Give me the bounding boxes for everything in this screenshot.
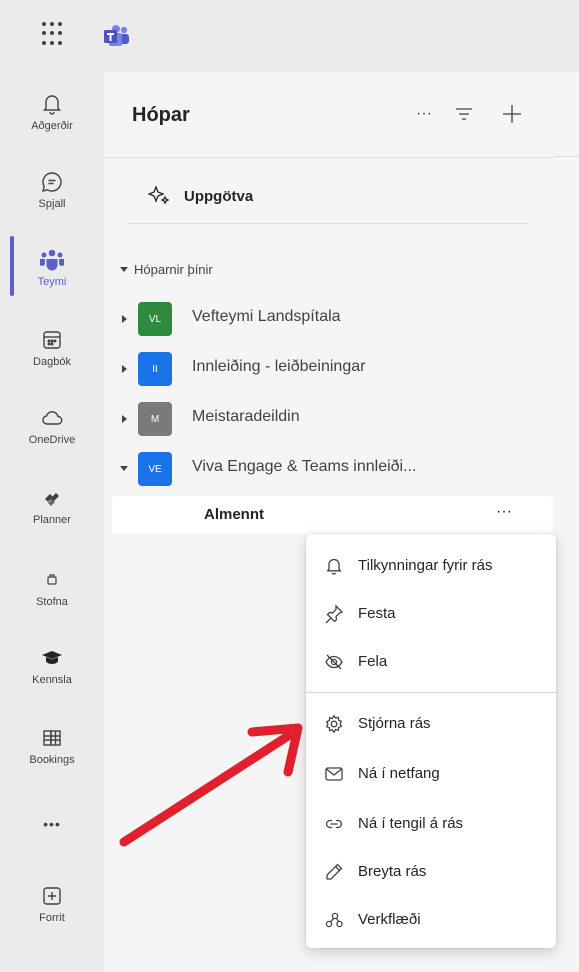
top-bar: [0, 0, 579, 72]
page-title: Hópar: [132, 104, 190, 126]
chevron-down-icon: [120, 267, 128, 272]
your-teams-section[interactable]: Hóparnir þínir: [120, 262, 213, 277]
rail-label: Dagbók: [33, 356, 71, 368]
menu-item-manage-channel[interactable]: Stjórna rás: [306, 700, 556, 748]
eye-off-icon: [325, 654, 343, 670]
chat-icon: [42, 172, 62, 192]
divider: [554, 156, 579, 157]
cloud-icon: [42, 411, 63, 425]
app-launcher-icon[interactable]: [42, 22, 66, 46]
team-name: Meistaradeildin: [192, 408, 300, 425]
teams-icon: [40, 249, 64, 271]
menu-item-edit-channel[interactable]: Breyta rás: [306, 848, 556, 896]
gear-icon: [325, 714, 343, 734]
menu-label: Stjórna rás: [358, 715, 431, 732]
menu-label: Festa: [358, 605, 396, 622]
rail-item-bookings[interactable]: Bookings: [0, 714, 104, 786]
channel-context-menu: Tilkynningar fyrir rás Festa Fela Stjórn…: [306, 534, 556, 948]
team-row[interactable]: VL Vefteymi Landspítala: [104, 294, 554, 344]
menu-item-notifications[interactable]: Tilkynningar fyrir rás: [306, 542, 556, 590]
team-row[interactable]: II Innleiðing - leiðbeiningar: [104, 344, 554, 394]
team-avatar: II: [138, 352, 172, 386]
team-name: Innleiðing - leiðbeiningar: [192, 358, 366, 375]
team-avatar: VL: [138, 302, 172, 336]
rail-label: Bookings: [29, 754, 75, 766]
channel-name: Almennt: [204, 506, 264, 523]
rail-item-chat[interactable]: Spjall: [0, 158, 104, 230]
menu-label: Ná í netfang: [358, 765, 440, 782]
discover-button[interactable]: Uppgötva: [128, 168, 528, 224]
more-icon: ···: [416, 105, 432, 122]
team-row[interactable]: M Meistaradeildin: [104, 394, 554, 444]
rail-item-activity[interactable]: Aðgerðir: [0, 80, 104, 152]
annotation-arrow-icon: [119, 723, 303, 847]
rail-item-create[interactable]: Stofna: [0, 556, 104, 628]
apps-add-icon: [43, 887, 61, 905]
calendar-icon: [43, 331, 61, 349]
rail-label: Kennsla: [32, 674, 72, 686]
team-avatar: VE: [138, 452, 172, 486]
team-name: Vefteymi Landspítala: [192, 308, 341, 325]
team-name: Viva Engage & Teams innleiði...: [192, 458, 417, 475]
menu-item-get-email[interactable]: Ná í netfang: [306, 750, 556, 798]
create-icon: [47, 574, 57, 585]
menu-label: Tilkynningar fyrir rás: [358, 557, 493, 574]
workflow-icon: [325, 912, 343, 928]
menu-item-workflows[interactable]: Verkflæði: [306, 896, 556, 944]
menu-label: Ná í tengil á rás: [358, 815, 464, 832]
bell-icon: [326, 558, 342, 575]
team-row[interactable]: VE Viva Engage & Teams innleiði...: [104, 444, 554, 494]
filter-button[interactable]: [450, 100, 478, 128]
pin-icon: [325, 604, 344, 624]
mail-icon: [325, 767, 343, 781]
rail-label: Teymi: [37, 276, 67, 288]
pencil-icon: [326, 863, 343, 880]
link-icon: [325, 819, 343, 829]
rail-item-teams[interactable]: Teymi: [0, 236, 104, 308]
section-label: Hóparnir þínir: [134, 262, 213, 277]
menu-label: Breyta rás: [358, 863, 427, 880]
rail-label: Spjall: [38, 198, 66, 210]
more-options-button[interactable]: ···: [410, 100, 438, 128]
rail-item-education[interactable]: Kennsla: [0, 634, 104, 706]
sparkle-icon: [148, 185, 170, 205]
channel-row[interactable]: Almennt ···: [112, 496, 553, 534]
rail-label: Aðgerðir: [31, 120, 73, 132]
more-icon: •••: [43, 816, 61, 832]
graduation-cap-icon: [42, 651, 62, 664]
channel-more-button[interactable]: ···: [490, 502, 518, 526]
rail-item-onedrive[interactable]: OneDrive: [0, 394, 104, 466]
team-avatar: M: [138, 402, 172, 436]
rail-item-apps[interactable]: Forrit: [0, 872, 104, 944]
discover-label: Uppgötva: [184, 188, 254, 205]
menu-item-hide[interactable]: Fela: [306, 638, 556, 686]
rail-label: Planner: [33, 514, 71, 526]
menu-label: Verkflæði: [358, 911, 421, 928]
plus-icon: [503, 105, 521, 123]
menu-item-pin[interactable]: Festa: [306, 590, 556, 638]
chevron-right-icon: [122, 315, 127, 323]
app-rail: Aðgerðir Spjall Teymi Dagbók OneDrive Pl…: [0, 72, 104, 972]
filter-icon: [456, 108, 472, 120]
menu-item-get-link[interactable]: Ná í tengil á rás: [306, 800, 556, 848]
rail-label: OneDrive: [28, 434, 76, 446]
chevron-right-icon: [122, 365, 127, 373]
chevron-down-icon: [120, 466, 128, 471]
menu-divider: [306, 692, 556, 693]
rail-item-planner[interactable]: Planner: [0, 474, 104, 546]
rail-label: Forrit: [39, 912, 65, 924]
planner-icon: [45, 493, 59, 506]
teams-logo-icon: [104, 25, 129, 46]
add-team-button[interactable]: [498, 100, 526, 128]
bookings-icon: [43, 730, 61, 746]
chevron-right-icon: [122, 415, 127, 423]
rail-item-more[interactable]: •••: [0, 804, 104, 876]
rail-item-calendar[interactable]: Dagbók: [0, 316, 104, 388]
panel-header: Hópar ···: [104, 72, 554, 158]
rail-label: Stofna: [36, 596, 68, 608]
menu-label: Fela: [358, 653, 388, 670]
bell-icon: [43, 95, 61, 115]
